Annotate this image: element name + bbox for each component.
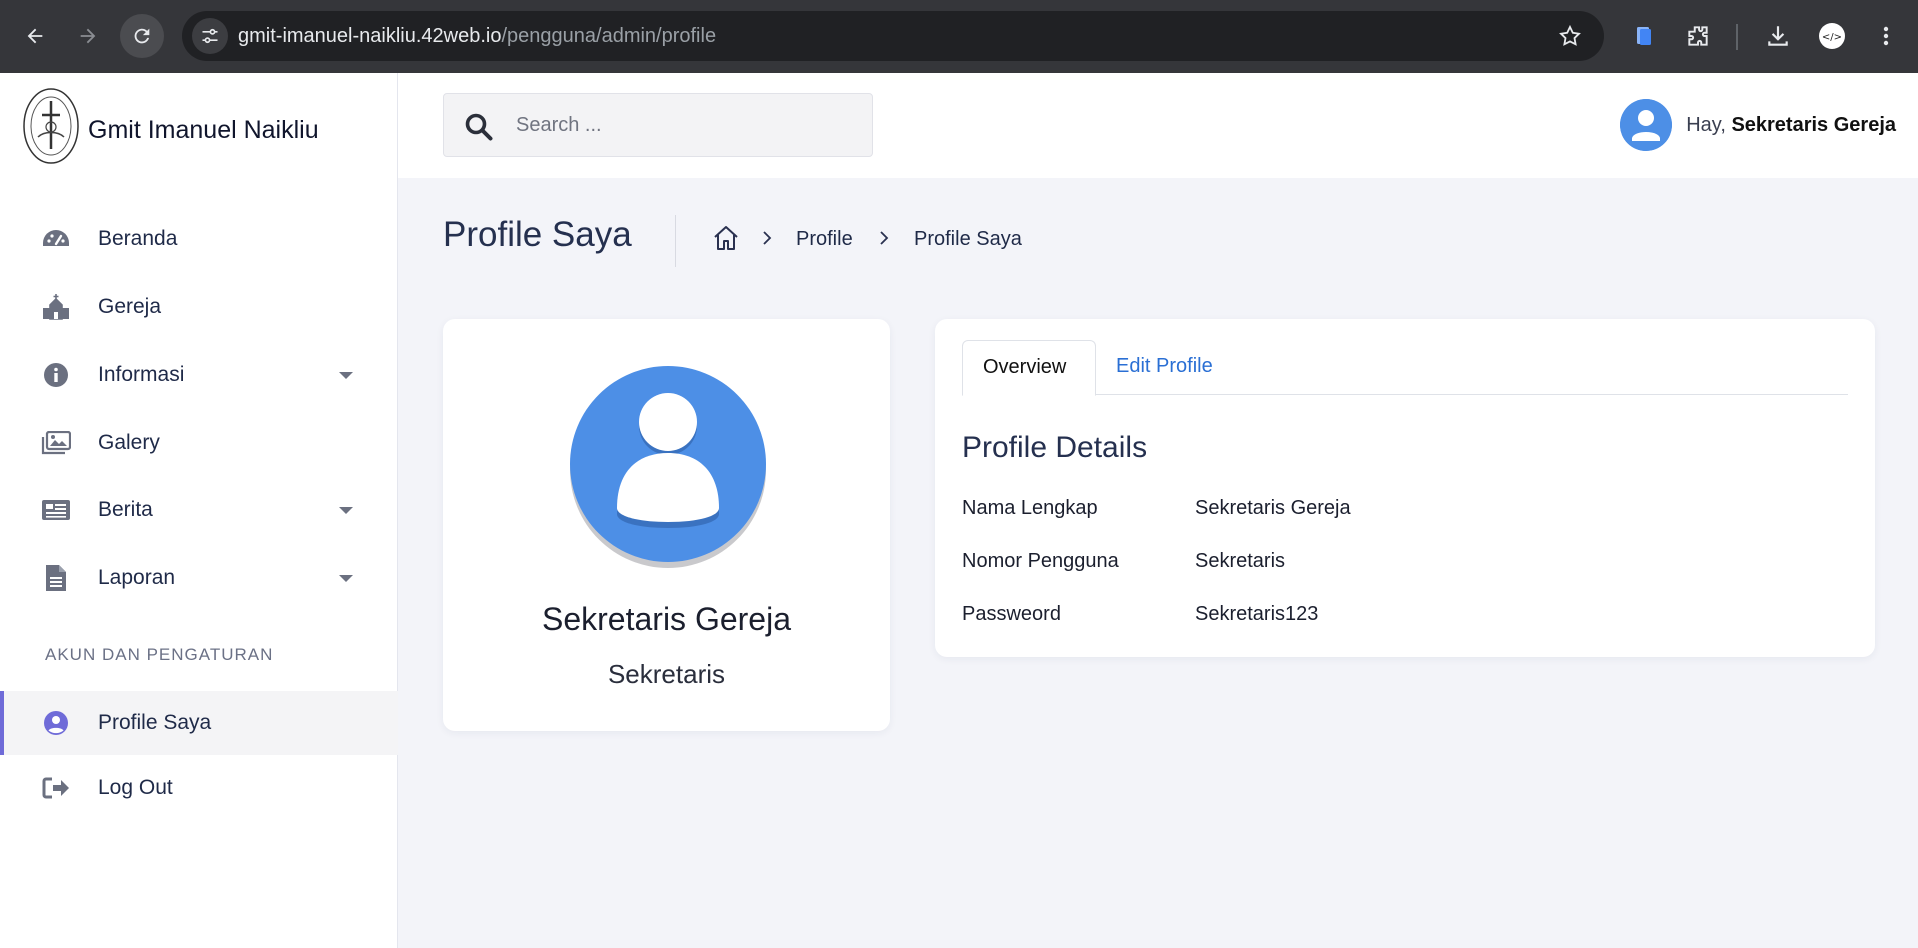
tab-edit-profile[interactable]: Edit Profile bbox=[1096, 340, 1233, 395]
breadcrumb-profile[interactable]: Profile bbox=[796, 228, 853, 251]
info-icon bbox=[40, 362, 72, 388]
church-icon bbox=[40, 294, 72, 320]
sidebar-item-laporan[interactable]: Laporan bbox=[0, 546, 398, 610]
home-icon[interactable] bbox=[712, 224, 740, 252]
address-bar[interactable]: gmit-imanuel-naikliu.42web.io/pengguna/a… bbox=[182, 11, 1604, 61]
logout-icon bbox=[40, 775, 72, 801]
profile-tabs: Overview Edit Profile bbox=[962, 340, 1848, 396]
sidebar-item-label: Laporan bbox=[98, 566, 176, 589]
avatar[interactable] bbox=[1620, 99, 1673, 151]
url-text: gmit-imanuel-naikliu.42web.io/pengguna/a… bbox=[238, 11, 716, 61]
sidebar-item-informasi[interactable]: Informasi bbox=[0, 343, 398, 407]
sidebar-item-label: Log Out bbox=[98, 776, 173, 799]
brand-name[interactable]: Gmit Imanuel Naikliu bbox=[88, 73, 319, 187]
user-greeting: Hay, Sekretaris Gereja bbox=[1686, 114, 1896, 137]
title-divider bbox=[675, 215, 676, 267]
tab-overview[interactable]: Overview bbox=[962, 340, 1096, 396]
chevron-down-icon bbox=[339, 507, 353, 514]
reload-icon bbox=[134, 28, 150, 44]
reload-button[interactable] bbox=[120, 14, 164, 58]
chevron-down-icon bbox=[339, 372, 353, 379]
detail-value: Sekretaris123 bbox=[1195, 603, 1319, 625]
profile-extension-icon[interactable]: </> bbox=[1816, 20, 1848, 52]
profile-details-card: Overview Edit Profile Profile Details Na… bbox=[935, 319, 1875, 657]
site-settings-icon[interactable] bbox=[192, 18, 228, 54]
svg-text:</>: </> bbox=[1822, 32, 1842, 43]
chevron-right-icon bbox=[880, 231, 889, 245]
user-menu[interactable]: Hay, Sekretaris Gereja bbox=[1620, 99, 1896, 151]
sidebar-item-label: Gereja bbox=[98, 295, 162, 318]
url-host: gmit-imanuel-naikliu.42web.io bbox=[238, 25, 502, 47]
dashboard-icon bbox=[40, 226, 72, 252]
profile-role: Sekretaris bbox=[607, 659, 726, 689]
profile-details-title: Profile Details bbox=[962, 431, 1148, 464]
back-icon bbox=[27, 28, 43, 44]
browser-toolbar: gmit-imanuel-naikliu.42web.io/pengguna/a… bbox=[0, 0, 1918, 73]
detail-value: Sekretaris Gereja bbox=[1195, 497, 1351, 519]
user-circle-icon bbox=[40, 710, 72, 736]
sidebar-item-label: Berita bbox=[98, 498, 153, 521]
avatar bbox=[568, 364, 768, 570]
forward-button[interactable] bbox=[66, 14, 110, 58]
search-box[interactable] bbox=[443, 93, 873, 157]
sidebar-item-beranda[interactable]: Beranda bbox=[0, 207, 398, 271]
top-header: Hay, Sekretaris Gereja bbox=[398, 73, 1918, 178]
user-name: Sekretaris Gereja bbox=[1731, 113, 1896, 136]
url-path: /pengguna/admin/profile bbox=[501, 25, 717, 47]
profile-card: Sekretaris Gereja Sekretaris bbox=[443, 319, 890, 731]
sidebar-item-gereja[interactable]: Gereja bbox=[0, 275, 398, 339]
sidebar-section-label: AKUN DAN PENGATURAN bbox=[45, 645, 274, 664]
sidebar-item-berita[interactable]: Berita bbox=[0, 478, 398, 542]
back-button[interactable] bbox=[13, 14, 57, 58]
detail-label: Nomor Pengguna bbox=[962, 550, 1119, 572]
chevron-right-icon bbox=[763, 231, 772, 245]
sidebar-item-label: Beranda bbox=[98, 227, 178, 250]
profile-name: Sekretaris Gereja bbox=[542, 601, 791, 637]
sidebar-item-profile-saya[interactable]: Profile Saya bbox=[0, 691, 398, 755]
sidebar-item-label: Informasi bbox=[98, 363, 185, 386]
bookmark-star-icon[interactable] bbox=[1558, 24, 1582, 48]
newspaper-icon bbox=[40, 497, 72, 523]
detail-label: Nama Lengkap bbox=[962, 497, 1098, 519]
page-title: Profile Saya bbox=[443, 215, 632, 254]
file-icon bbox=[40, 565, 72, 591]
docs-extension-icon[interactable] bbox=[1628, 20, 1660, 52]
sidebar-item-label: Galery bbox=[98, 431, 160, 454]
church-logo bbox=[22, 87, 80, 165]
search-icon[interactable] bbox=[464, 112, 494, 142]
toolbar-divider bbox=[1736, 24, 1738, 50]
breadcrumb-current: Profile Saya bbox=[914, 228, 1022, 250]
detail-value: Sekretaris bbox=[1195, 550, 1286, 572]
sidebar-item-galery[interactable]: Galery bbox=[0, 411, 398, 475]
chevron-down-icon bbox=[339, 575, 353, 582]
sidebar: Gmit Imanuel Naikliu Beranda Gereja Info… bbox=[0, 73, 398, 948]
sidebar-item-log-out[interactable]: Log Out bbox=[0, 756, 398, 820]
more-vert-icon[interactable] bbox=[1870, 20, 1902, 52]
greeting-text: Hay, bbox=[1686, 113, 1726, 136]
puzzle-extension-icon[interactable] bbox=[1682, 20, 1714, 52]
images-icon bbox=[40, 430, 72, 456]
detail-label: Passweord bbox=[962, 603, 1061, 625]
download-icon[interactable] bbox=[1762, 20, 1794, 52]
forward-icon bbox=[80, 28, 96, 44]
search-input[interactable] bbox=[516, 94, 856, 156]
sidebar-item-label: Profile Saya bbox=[98, 711, 212, 734]
